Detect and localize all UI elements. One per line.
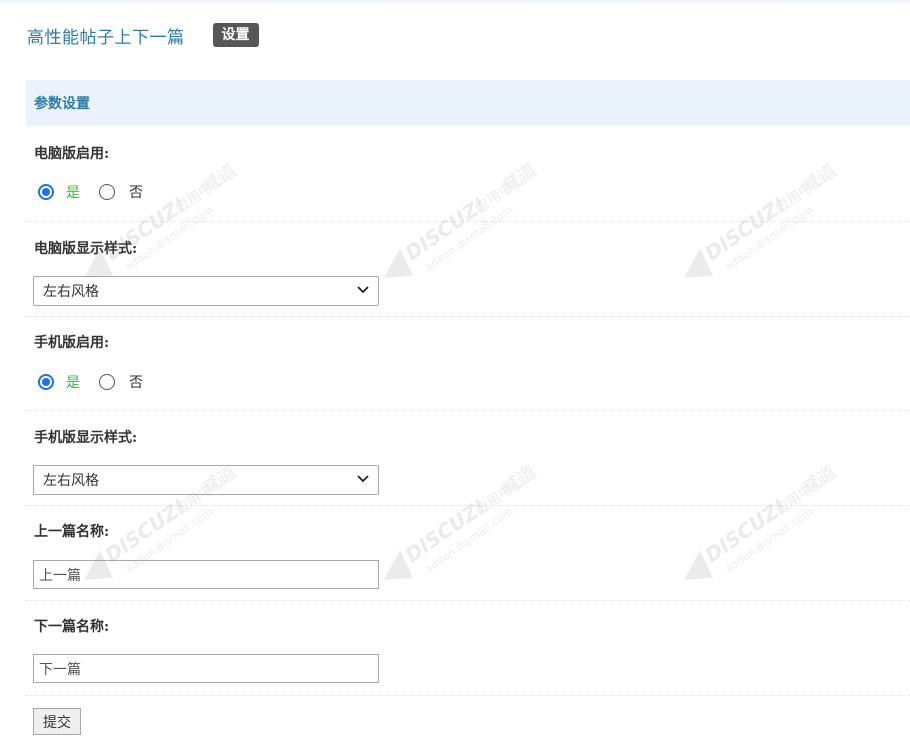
mobile-style-select[interactable]: 左右风格 [33, 465, 379, 495]
section-title: 参数设置 [34, 96, 90, 112]
pc-enable-label: 电脑版启用: [34, 146, 110, 162]
svg-text:addon.dismall.com: addon.dismall.com [723, 203, 816, 273]
mobile-enable-label: 手机版启用: [34, 335, 110, 351]
svg-text:应用中心: 应用中心 [472, 171, 528, 217]
watermark-logo: DISCUZ! 应用中心 addon.dismall.com 贰道 [684, 160, 841, 278]
mobile-enable-no-radio[interactable] [99, 374, 115, 390]
svg-text:贰道: 贰道 [199, 160, 241, 198]
svg-text:贰道: 贰道 [499, 462, 541, 500]
svg-text:应用中心: 应用中心 [172, 171, 228, 217]
chevron-down-icon [357, 475, 369, 483]
pc-enable-yes-label[interactable]: 是 [66, 182, 80, 202]
next-name-input[interactable]: 下一篇 [33, 654, 379, 683]
svg-text:贰道: 贰道 [799, 462, 841, 500]
divider [26, 695, 910, 696]
watermark-logo: DISCUZ! 应用中心 addon.dismall.com 贰道 [684, 462, 841, 580]
divider [26, 410, 910, 411]
prev-name-value: 上一篇 [39, 567, 81, 584]
mobile-style-value: 左右风格 [43, 473, 99, 489]
tab-settings[interactable]: 设置 [212, 23, 259, 47]
divider [26, 316, 910, 317]
next-name-label: 下一篇名称: [34, 619, 110, 635]
pc-style-select[interactable]: 左右风格 [33, 276, 379, 306]
svg-text:贰道: 贰道 [799, 160, 841, 198]
prev-name-label: 上一篇名称: [34, 524, 110, 540]
svg-text:DISCUZ!: DISCUZ! [400, 192, 490, 265]
svg-text:addon.dismall.com: addon.dismall.com [423, 505, 516, 575]
section-header: 参数设置 [26, 80, 910, 126]
pc-style-value: 左右风格 [43, 284, 99, 300]
svg-text:应用中心: 应用中心 [772, 171, 828, 217]
pc-style-label: 电脑版显示样式: [34, 241, 138, 257]
pc-enable-no-radio[interactable] [99, 184, 115, 200]
svg-text:addon.dismall.com: addon.dismall.com [423, 203, 516, 273]
mobile-style-label: 手机版显示样式: [34, 430, 138, 446]
plugin-title: 高性能帖子上下一篇 [27, 27, 185, 48]
chevron-down-icon [357, 286, 369, 294]
next-name-value: 下一篇 [39, 661, 81, 678]
svg-text:应用中心: 应用中心 [772, 473, 828, 519]
divider [26, 505, 910, 506]
watermark-logo: DISCUZ! 应用中心 addon.dismall.com 贰道 [84, 462, 240, 580]
pc-enable-radio-group: 是 否 [38, 182, 143, 202]
watermark-logo: DISCUZ! 应用中心 addon.dismall.com 贰道 [384, 462, 541, 580]
divider [26, 600, 910, 601]
top-strip [0, 0, 910, 6]
submit-button[interactable]: 提交 [33, 708, 81, 735]
mobile-enable-no-label[interactable]: 否 [129, 372, 143, 392]
svg-text:DISCUZ!: DISCUZ! [700, 192, 790, 265]
svg-text:应用中心: 应用中心 [472, 473, 528, 519]
mobile-enable-radio-group: 是 否 [38, 372, 143, 392]
svg-text:addon.dismall.com: addon.dismall.com [723, 505, 816, 575]
mobile-enable-yes-label[interactable]: 是 [66, 372, 80, 392]
mobile-enable-yes-radio[interactable] [38, 374, 54, 390]
pc-enable-no-label[interactable]: 否 [129, 182, 143, 202]
page-header: 高性能帖子上下一篇 设置 [27, 21, 259, 49]
prev-name-input[interactable]: 上一篇 [33, 560, 379, 589]
pc-enable-yes-radio[interactable] [38, 184, 54, 200]
watermark-logo: DISCUZ! 应用中心 addon.dismall.com 贰道 [384, 160, 541, 278]
svg-text:贰道: 贰道 [499, 160, 541, 198]
divider [26, 221, 910, 222]
